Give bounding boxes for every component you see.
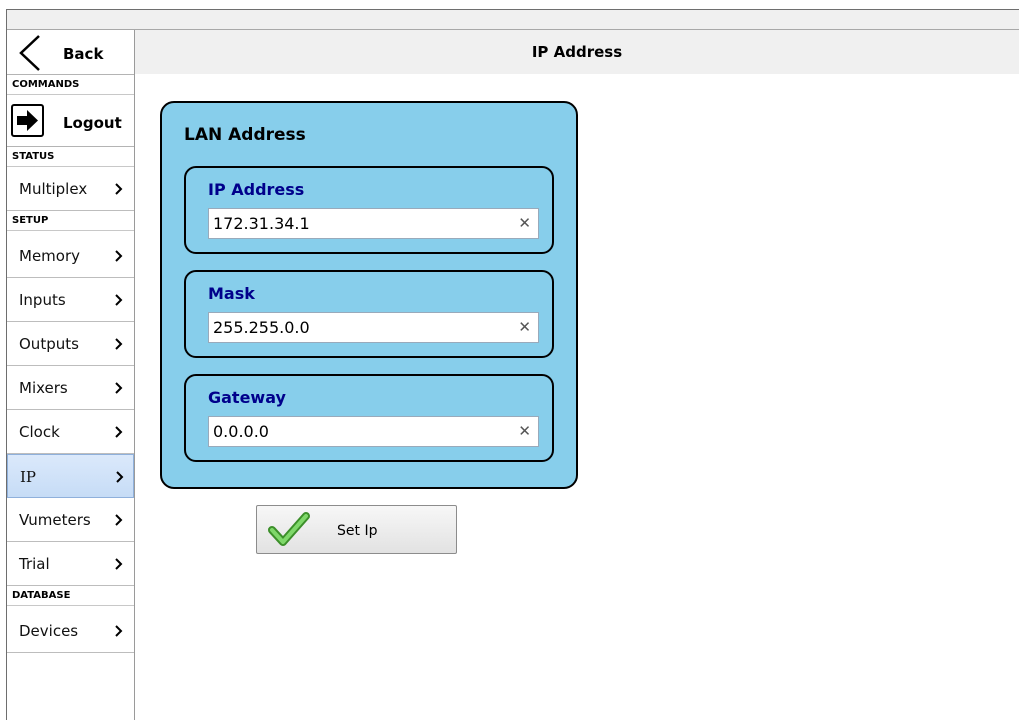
gateway-field[interactable]: 0.0.0.0 ✕ bbox=[208, 416, 539, 447]
chevron-right-icon bbox=[115, 426, 123, 438]
section-database: DATABASE bbox=[7, 586, 134, 606]
sidebar-item-mixers[interactable]: Mixers bbox=[7, 366, 134, 410]
ip-address-label: IP Address bbox=[208, 180, 305, 199]
lan-address-title: LAN Address bbox=[184, 125, 306, 145]
ip-address-group: IP Address 172.31.34.1 ✕ bbox=[184, 166, 554, 254]
gateway-value: 0.0.0.0 bbox=[213, 422, 269, 441]
chevron-right-icon bbox=[115, 558, 123, 570]
chevron-right-icon bbox=[115, 250, 123, 262]
logout-label: Logout bbox=[63, 114, 122, 132]
sidebar-item-ip[interactable]: IP bbox=[7, 454, 134, 498]
page-header: IP Address bbox=[135, 30, 1019, 74]
mask-field[interactable]: 255.255.0.0 ✕ bbox=[208, 312, 539, 343]
sidebar: Back COMMANDS Logout STATUS Multiplex SE… bbox=[7, 30, 135, 720]
section-status: STATUS bbox=[7, 147, 134, 167]
mask-value: 255.255.0.0 bbox=[213, 318, 310, 337]
sidebar-item-devices[interactable]: Devices bbox=[7, 609, 134, 653]
sidebar-item-trial[interactable]: Trial bbox=[7, 542, 134, 586]
logout-icon bbox=[11, 104, 44, 137]
logout-button[interactable]: Logout bbox=[7, 99, 134, 147]
back-label: Back bbox=[63, 45, 104, 63]
set-ip-label: Set Ip bbox=[337, 523, 378, 539]
back-arrow-icon bbox=[19, 35, 40, 71]
chevron-right-icon bbox=[116, 471, 124, 483]
chevron-right-icon bbox=[115, 294, 123, 306]
section-setup: SETUP bbox=[7, 211, 134, 231]
title-bar bbox=[7, 10, 1019, 30]
sidebar-item-label: Trial bbox=[19, 555, 50, 573]
sidebar-item-label: Clock bbox=[19, 423, 60, 441]
chevron-right-icon bbox=[115, 514, 123, 526]
ip-address-value: 172.31.34.1 bbox=[213, 214, 310, 233]
clear-icon[interactable]: ✕ bbox=[518, 318, 531, 336]
page-title: IP Address bbox=[531, 43, 623, 61]
back-button[interactable]: Back bbox=[7, 30, 134, 75]
sidebar-item-label: Vumeters bbox=[19, 511, 91, 529]
sidebar-item-label: Devices bbox=[19, 622, 79, 640]
sidebar-item-label: Outputs bbox=[19, 335, 79, 353]
sidebar-item-label: Mixers bbox=[19, 379, 68, 397]
chevron-right-icon bbox=[115, 338, 123, 350]
sidebar-item-label: Memory bbox=[19, 247, 81, 265]
clear-icon[interactable]: ✕ bbox=[518, 214, 531, 232]
sidebar-item-label: Multiplex bbox=[19, 180, 88, 198]
sidebar-item-memory[interactable]: Memory bbox=[7, 234, 134, 278]
mask-label: Mask bbox=[208, 284, 255, 303]
sidebar-item-inputs[interactable]: Inputs bbox=[7, 278, 134, 322]
chevron-right-icon bbox=[115, 382, 123, 394]
sidebar-item-outputs[interactable]: Outputs bbox=[7, 322, 134, 366]
sidebar-item-vumeters[interactable]: Vumeters bbox=[7, 498, 134, 542]
gateway-label: Gateway bbox=[208, 388, 286, 407]
set-ip-button[interactable]: Set Ip bbox=[256, 505, 457, 554]
section-commands: COMMANDS bbox=[7, 75, 134, 95]
chevron-right-icon bbox=[115, 183, 123, 195]
ip-address-field[interactable]: 172.31.34.1 ✕ bbox=[208, 208, 539, 239]
sidebar-item-label: IP bbox=[20, 468, 37, 486]
mask-group: Mask 255.255.0.0 ✕ bbox=[184, 270, 554, 358]
sidebar-item-label: Inputs bbox=[19, 291, 66, 309]
chevron-right-icon bbox=[115, 625, 123, 637]
sidebar-item-clock[interactable]: Clock bbox=[7, 410, 134, 454]
sidebar-item-multiplex[interactable]: Multiplex bbox=[7, 167, 134, 211]
checkmark-icon bbox=[268, 512, 310, 546]
clear-icon[interactable]: ✕ bbox=[518, 422, 531, 440]
gateway-group: Gateway 0.0.0.0 ✕ bbox=[184, 374, 554, 462]
